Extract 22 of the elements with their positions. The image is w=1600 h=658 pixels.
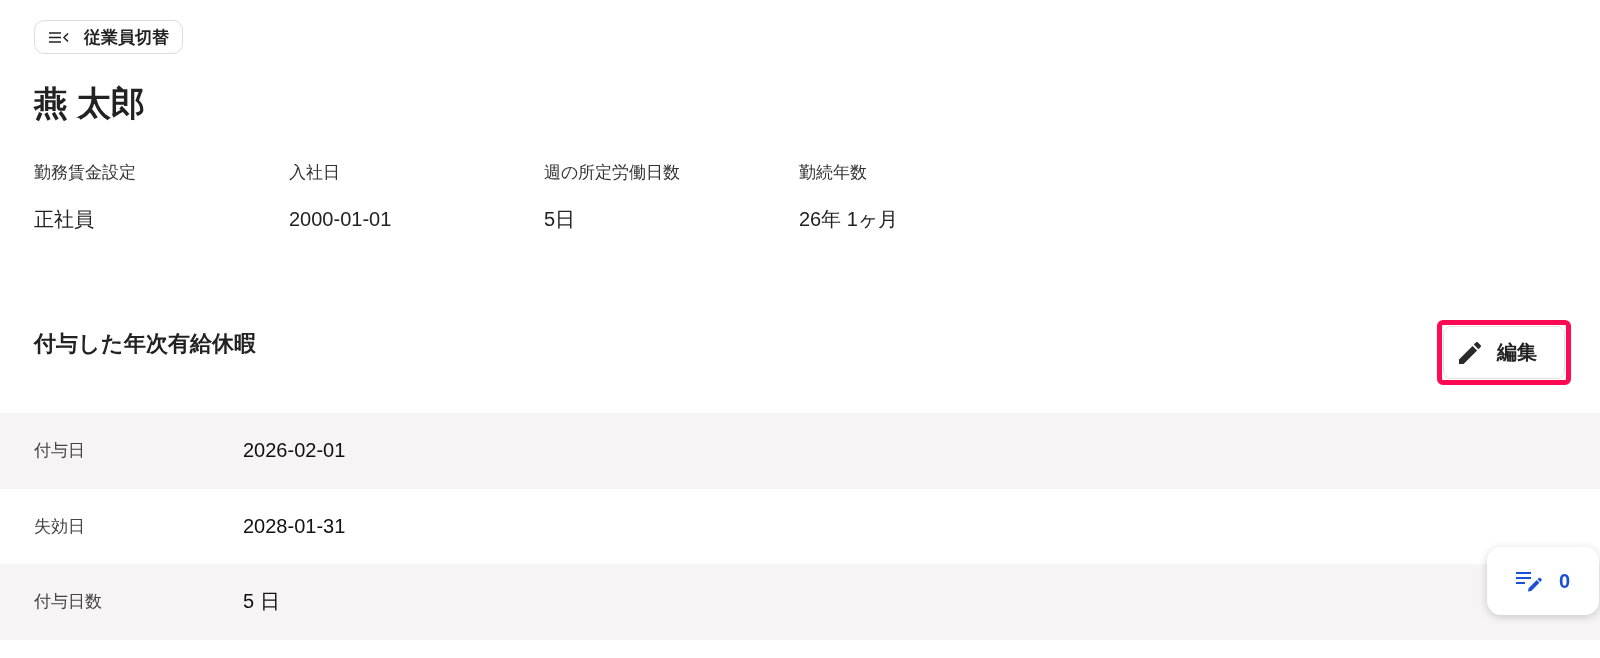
- summary-label: 週の所定労働日数: [544, 162, 680, 184]
- detail-label: 付与日数: [34, 591, 103, 614]
- edit-button[interactable]: 編集: [1443, 326, 1565, 379]
- employee-name: 燕 太郎: [34, 83, 146, 124]
- pencil-icon: [1459, 341, 1481, 364]
- detail-value: 5 日: [243, 589, 280, 615]
- summary-value: 26年 1ヶ月: [799, 207, 898, 232]
- detail-value: 2028-01-31: [243, 514, 346, 538]
- detail-value: 2026-02-01: [243, 439, 346, 463]
- detail-label: 付与日: [34, 440, 86, 463]
- menu-collapse-icon: [49, 31, 69, 43]
- switch-employee-button[interactable]: 従業員切替: [34, 20, 183, 54]
- summary-label: 勤続年数: [799, 162, 867, 184]
- summary-value: 正社員: [34, 207, 94, 232]
- list-edit-icon: [1515, 570, 1542, 592]
- section-title: 付与した年次有給休暇: [34, 330, 256, 358]
- summary-label: 勤務賃金設定: [34, 162, 136, 184]
- summary-label: 入社日: [289, 162, 340, 184]
- detail-label: 失効日: [34, 515, 86, 538]
- summary-value: 2000-01-01: [289, 207, 392, 232]
- summary-value: 5日: [544, 207, 576, 232]
- edit-list-button[interactable]: 0: [1487, 547, 1599, 615]
